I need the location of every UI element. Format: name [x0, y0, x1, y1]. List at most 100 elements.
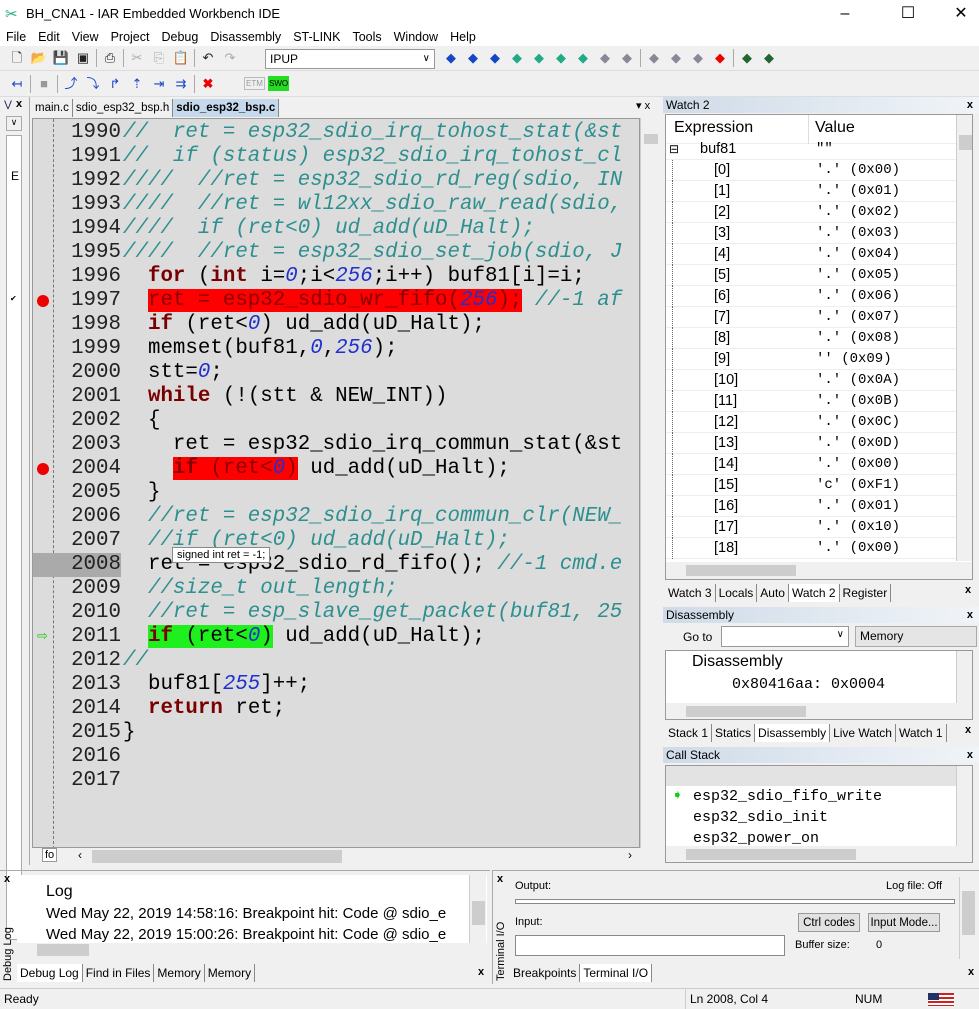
code-line[interactable]: 1993//// //ret = wl12xx_sdio_raw_read(sd…	[33, 193, 639, 217]
open-icon[interactable]: 📂	[30, 49, 48, 67]
workspace-tree[interactable]: Ε ✔	[6, 135, 22, 940]
close-icon[interactable]: x	[965, 584, 971, 596]
swo-button[interactable]: SWO	[268, 76, 290, 91]
output-area[interactable]	[515, 899, 955, 904]
goto-input[interactable]: ∨	[721, 626, 849, 647]
debug-log-view[interactable]: Log Wed May 22, 2019 14:58:16: Breakpoin…	[17, 875, 487, 957]
close-icon[interactable]: x	[967, 97, 973, 113]
close-icon[interactable]: x	[478, 966, 484, 978]
code-line[interactable]: 2013 buf81[255]++;	[33, 673, 639, 697]
tab-find-in-files[interactable]: Find in Files	[83, 964, 155, 982]
code-line[interactable]: 2014 return ret;	[33, 697, 639, 721]
make-icon[interactable]: ◆	[552, 49, 570, 67]
cut-icon[interactable]: ✂	[128, 49, 146, 67]
breakpoint-remove-icon[interactable]: ◆	[689, 49, 707, 67]
go-icon[interactable]: ◆	[760, 49, 778, 67]
collapse-icon[interactable]: ⊟	[669, 139, 679, 160]
tab-memory[interactable]: Memory	[205, 964, 256, 982]
watch-row[interactable]: [2] '.' (0x02)	[666, 202, 956, 223]
tab-register[interactable]: Register	[840, 584, 892, 602]
code-line[interactable]: 1997 ret = esp32_sdio_wr_fifo(256); //-1…	[33, 289, 639, 313]
code-line[interactable]: 2004 if (ret<0) ud_add(uD_Halt);	[33, 457, 639, 481]
input-mode-button[interactable]: Input Mode...	[868, 913, 940, 932]
column-value[interactable]: Value	[815, 119, 855, 137]
watch-row[interactable]: [0] '.' (0x00)	[666, 160, 956, 181]
redo-icon[interactable]: ↷	[221, 49, 239, 67]
watch-row[interactable]: [17] '.' (0x10)	[666, 517, 956, 538]
menu-disassembly[interactable]: Disassembly	[204, 28, 287, 46]
tab-watch-1[interactable]: Watch 1	[896, 724, 947, 742]
watch-row[interactable]: [6] '.' (0x06)	[666, 286, 956, 307]
menu-st-link[interactable]: ST-LINK	[287, 28, 346, 46]
code-line[interactable]: 1995//// //ret = esp32_sdio_set_job(sdio…	[33, 241, 639, 265]
column-expression[interactable]: Expression	[674, 119, 753, 137]
log-hscrollbar[interactable]	[17, 943, 487, 957]
tab-locals[interactable]: Locals	[716, 584, 758, 602]
minimize-button[interactable]: –	[830, 4, 860, 24]
menu-tools[interactable]: Tools	[346, 28, 387, 46]
go-icon[interactable]: ⇉	[172, 75, 190, 93]
paste-icon[interactable]: 📋	[172, 49, 190, 67]
tab-memory[interactable]: Memory	[154, 964, 205, 982]
etm-button[interactable]: ETM	[244, 77, 265, 90]
scroll-right-icon[interactable]: ›	[628, 848, 632, 862]
watch-row[interactable]: ⊟ buf81 ""	[666, 139, 956, 160]
code-line[interactable]: 1990// ret = esp32_sdio_irq_tohost_stat(…	[33, 121, 639, 145]
watch-row[interactable]: [8] '.' (0x08)	[666, 328, 956, 349]
close-icon[interactable]: x	[497, 873, 503, 885]
stop-build-icon[interactable]: ◆	[618, 49, 636, 67]
menu-help[interactable]: Help	[444, 28, 482, 46]
watch-row[interactable]: [7] '.' (0x07)	[666, 307, 956, 328]
menu-view[interactable]: View	[66, 28, 105, 46]
break-icon[interactable]: ■	[35, 75, 53, 93]
code-line[interactable]: 2001 while (!(stt & NEW_INT))	[33, 385, 639, 409]
callstack-item[interactable]: esp32_sdio_init	[666, 809, 956, 830]
watch-row[interactable]: [11] '.' (0x0B)	[666, 391, 956, 412]
watch-row[interactable]: [9] '' (0x09)	[666, 349, 956, 370]
code-line[interactable]: 2007 //if (ret<0) ud_add(uD_Halt);	[33, 529, 639, 553]
disassembly-hscrollbar[interactable]	[666, 703, 972, 719]
find-prev-icon[interactable]: ◆	[486, 49, 504, 67]
code-line[interactable]: 1996 for (int i=0;i<256;i++) buf81[i]=i;	[33, 265, 639, 289]
watch-row[interactable]: [14] '.' (0x00)	[666, 454, 956, 475]
scroll-left-icon[interactable]: ‹	[78, 848, 82, 862]
step-out-icon[interactable]: ↱	[106, 75, 124, 93]
save-icon[interactable]: 💾	[52, 49, 70, 67]
code-line[interactable]: 2016	[33, 745, 639, 769]
log-file-status[interactable]: Log file: Off	[886, 880, 942, 892]
breakpoint-icon[interactable]	[37, 295, 49, 307]
tab-debug-log[interactable]: Debug Log	[17, 964, 83, 982]
log-entry[interactable]: Wed May 22, 2019 14:58:16: Breakpoint hi…	[46, 905, 466, 926]
breakpoint-icon[interactable]	[37, 463, 49, 475]
callstack-hscrollbar[interactable]	[666, 846, 972, 862]
maximize-button[interactable]: ☐	[893, 4, 923, 24]
code-line[interactable]: 2000 stt=0;	[33, 361, 639, 385]
step-into-icon[interactable]: ⤵	[84, 75, 102, 93]
configuration-select[interactable]: IPUP ∨	[265, 49, 435, 69]
watch-row[interactable]: [10] '.' (0x0A)	[666, 370, 956, 391]
close-icon[interactable]: x	[16, 98, 22, 110]
tab-main-c[interactable]: main.c	[32, 99, 73, 117]
watch-row[interactable]: [13] '.' (0x0D)	[666, 433, 956, 454]
stop-debugging-icon[interactable]: ✖	[199, 75, 217, 93]
code-line[interactable]: 2010 //ret = esp_slave_get_packet(buf81,…	[33, 601, 639, 625]
editor-horizontal-scrollbar[interactable]: fo ‹ ›	[32, 848, 660, 865]
template-icon[interactable]: ◆	[530, 49, 548, 67]
tab-sdio_esp32_bsp-c[interactable]: sdio_esp32_bsp.c	[173, 99, 280, 117]
debug-without-download-icon[interactable]: ◆	[596, 49, 614, 67]
code-line[interactable]: 2006 //ret = esp32_sdio_irq_commun_clr(N…	[33, 505, 639, 529]
close-icon[interactable]: x	[965, 724, 971, 736]
close-icon[interactable]: x	[967, 607, 973, 623]
new-file-icon[interactable]: 🗋	[8, 49, 26, 67]
next-statement-icon[interactable]: ⇡	[128, 75, 146, 93]
code-line[interactable]: 2008 ret = esp32_sdio_rd_fifo(); //-1 cm…	[33, 553, 639, 577]
callstack-scrollbar[interactable]	[956, 766, 972, 846]
disassembly-scrollbar[interactable]	[956, 651, 972, 703]
close-button[interactable]: ✕	[946, 4, 976, 24]
terminal-scrollbar[interactable]	[959, 877, 976, 959]
close-icon[interactable]: x	[4, 873, 10, 885]
watch-row[interactable]: [5] '.' (0x05)	[666, 265, 956, 286]
tab-watch-3[interactable]: Watch 3	[665, 584, 716, 602]
tab-disassembly[interactable]: Disassembly	[755, 724, 831, 742]
breakpoint-icon[interactable]: ◆	[711, 49, 729, 67]
